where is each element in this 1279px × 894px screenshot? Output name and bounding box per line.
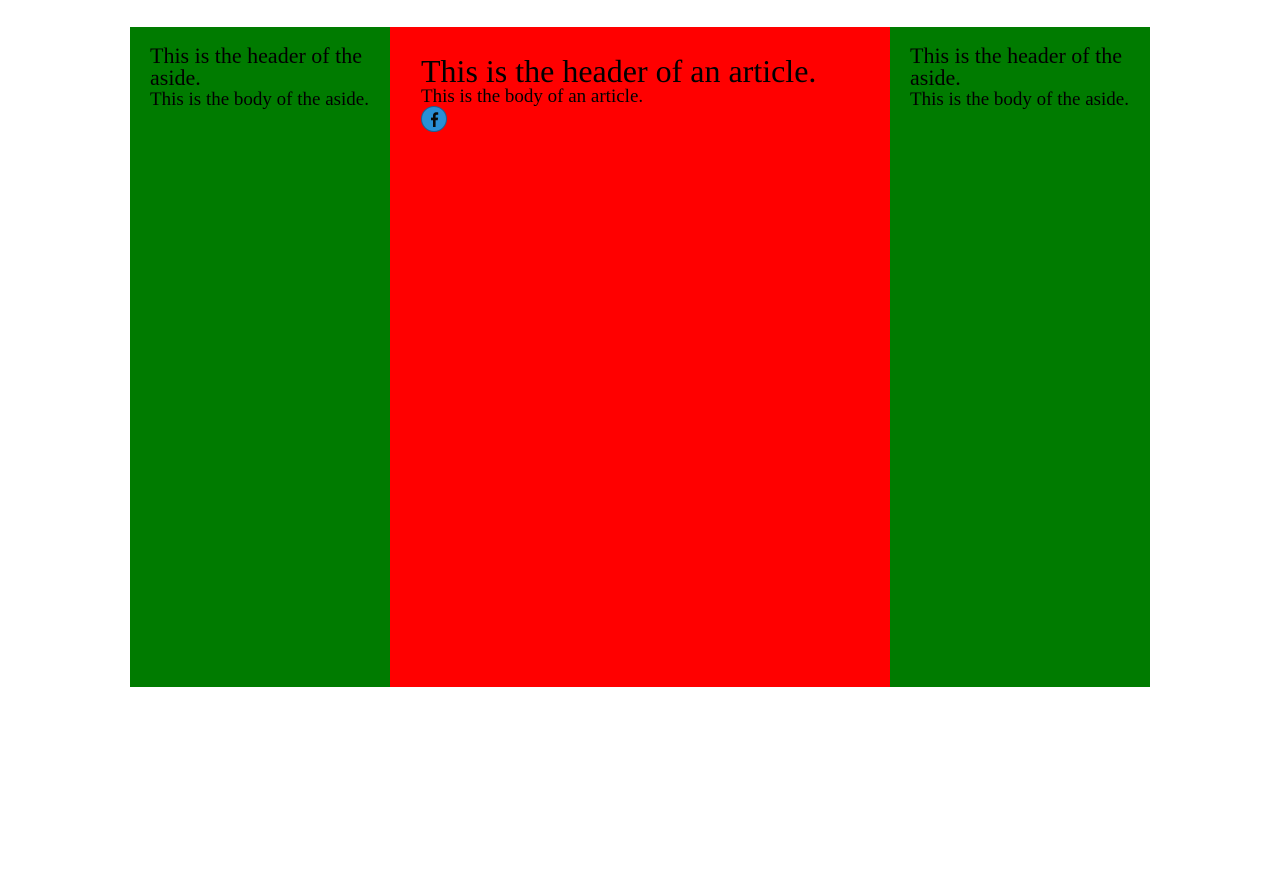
facebook-icon [431, 112, 439, 127]
main-article: This is the header of an article. This i… [390, 27, 890, 687]
left-aside-body: This is the body of the aside. [150, 89, 369, 110]
right-aside: This is the header of the aside. This is… [890, 27, 1150, 687]
article-header: This is the header of an article. [421, 53, 817, 89]
right-aside-header: This is the header of the aside. [910, 43, 1122, 90]
right-aside-body: This is the body of the aside. [910, 89, 1129, 110]
facebook-share-button[interactable] [421, 106, 447, 132]
page-layout: This is the header of the aside. This is… [130, 27, 1150, 687]
left-aside: This is the header of the aside. This is… [130, 27, 390, 687]
article-body: This is the body of an article. [421, 86, 644, 107]
left-aside-header: This is the header of the aside. [150, 43, 362, 90]
